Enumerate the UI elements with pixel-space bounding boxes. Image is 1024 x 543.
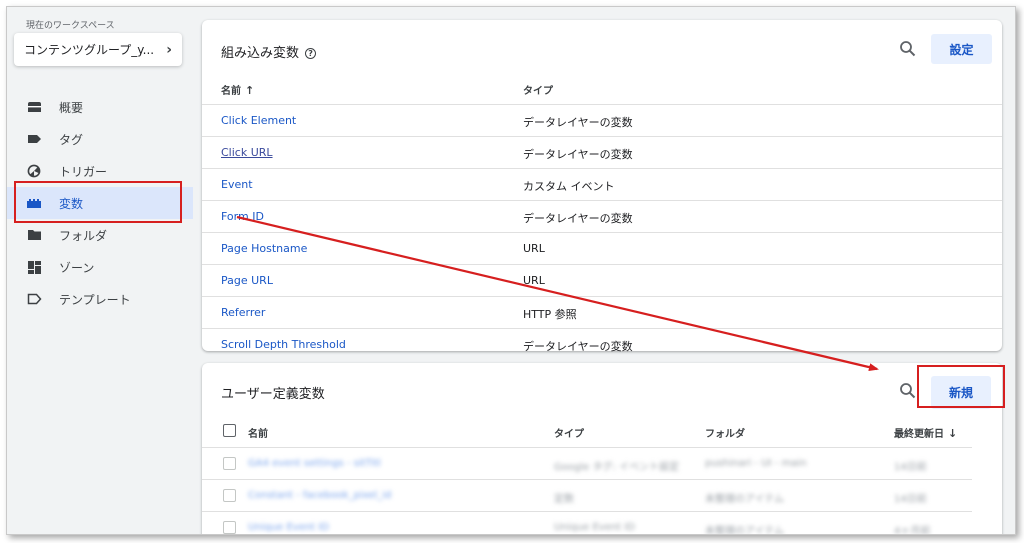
sidebar-item-folders[interactable]: フォルダ (7, 219, 193, 251)
variable-type: データレイヤーの変数 (523, 148, 633, 161)
sidebar: 現在のワークスペース コンテンツグループ_y... › 概要 タグ トリガー 変… (7, 7, 193, 534)
template-icon (26, 291, 42, 307)
variable-name-link[interactable]: Scroll Depth Threshold (221, 338, 346, 351)
column-header-name[interactable]: 名前 (248, 425, 268, 440)
variable-name-link[interactable]: Click URL (221, 146, 273, 159)
variable-folder: 未整理のアイテム (705, 526, 784, 535)
variable-last-updated: 14日前 (894, 462, 927, 473)
user-defined-variables-card: ユーザー定義変数 新規 名前 タイプ フォルダ 最終更新日 ↓ GA4 event… (202, 363, 1002, 535)
column-updated-label: 最終更新日 (894, 429, 944, 440)
tag-icon (26, 131, 42, 147)
sidebar-item-label: タグ (59, 132, 84, 147)
zone-icon (26, 259, 42, 275)
workspace-name: コンテンツグループ_y... (24, 43, 155, 57)
configure-button[interactable]: 設定 (931, 34, 992, 64)
variable-type: カスタム イベント (523, 180, 615, 193)
table-row[interactable]: Page Hostname URL (202, 232, 1002, 264)
sidebar-item-label: トリガー (59, 164, 108, 179)
variable-type: Unique Event ID (554, 522, 635, 533)
variable-last-updated: 4ヶ月前 (894, 526, 931, 535)
table-row[interactable]: GA4 event settings - sitTitl Google タグ: イ… (202, 447, 972, 479)
column-header-name[interactable]: 名前 ↑ (221, 82, 254, 97)
table-row[interactable]: Event カスタム イベント (202, 168, 1002, 200)
help-icon[interactable]: ? (305, 48, 317, 59)
variable-name-link[interactable]: Unique Event ID (248, 522, 329, 533)
search-icon[interactable] (899, 40, 919, 60)
variable-name-link[interactable]: Referrer (221, 306, 265, 319)
new-button-highlight-box (917, 365, 1005, 408)
variable-type: Google タグ: イベント設定 (554, 462, 679, 473)
variable-last-updated: 14日前 (894, 494, 927, 505)
workspace-selector[interactable]: コンテンツグループ_y... › (14, 33, 182, 66)
gtm-window: 現在のワークスペース コンテンツグループ_y... › 概要 タグ トリガー 変… (6, 6, 1016, 535)
sidebar-item-templates[interactable]: テンプレート (7, 283, 193, 315)
table-row[interactable]: Click URL データレイヤーの変数 (202, 136, 1002, 168)
user-defined-variables-title: ユーザー定義変数 (221, 387, 325, 402)
variable-name-link[interactable]: Constant - facebook_pixel_id (248, 490, 391, 501)
variable-name-link[interactable]: Page URL (221, 274, 273, 287)
variable-name-link[interactable]: Click Element (221, 114, 296, 127)
table-row[interactable]: Form ID データレイヤーの変数 (202, 200, 1002, 232)
variable-type: データレイヤーの変数 (523, 212, 633, 225)
variable-type: HTTP 参照 (523, 308, 577, 321)
column-header-folder[interactable]: フォルダ (705, 425, 745, 440)
variable-folder: 未整理のアイテム (705, 494, 784, 505)
table-row[interactable]: Referrer HTTP 参照 (202, 296, 1002, 328)
table-row[interactable]: Scroll Depth Threshold データレイヤーの変数 (202, 328, 1002, 360)
row-checkbox[interactable] (223, 489, 236, 502)
chevron-right-icon: › (166, 41, 172, 58)
table-row[interactable]: Unique Event ID Unique Event ID 未整理のアイテム 4ヶ… (202, 511, 972, 535)
trigger-icon (26, 163, 42, 179)
select-all-checkbox[interactable] (223, 424, 236, 437)
variable-folder: pushinari - UI - main (705, 458, 807, 469)
variable-name-link[interactable]: Event (221, 178, 253, 191)
sidebar-item-label: ゾーン (59, 260, 95, 275)
variable-type: データレイヤーの変数 (523, 116, 633, 129)
variables-highlight-box (14, 181, 182, 223)
sidebar-item-zones[interactable]: ゾーン (7, 251, 193, 283)
workspace-label: 現在のワークスペース (26, 21, 115, 31)
builtin-title-text: 組み込み変数 (221, 46, 300, 61)
search-icon[interactable] (899, 382, 919, 402)
table-row[interactable]: Constant - facebook_pixel_id 定数 未整理のアイテム 14… (202, 479, 972, 511)
table-row[interactable]: Page URL URL (202, 264, 1002, 296)
sort-descending-icon: ↓ (948, 427, 958, 440)
row-checkbox[interactable] (223, 521, 236, 534)
variable-type: URL (523, 242, 545, 255)
variable-name-link[interactable]: GA4 event settings - sitTitl (248, 458, 381, 469)
variable-type: URL (523, 274, 545, 287)
variable-name-link[interactable]: Form ID (221, 210, 264, 223)
builtin-variables-title: 組み込み変数? (221, 42, 317, 61)
column-header-last-updated[interactable]: 最終更新日 ↓ (894, 425, 957, 440)
sidebar-item-label: テンプレート (59, 292, 131, 307)
sidebar-item-tags[interactable]: タグ (7, 123, 193, 155)
overview-icon (26, 99, 42, 115)
variable-type: データレイヤーの変数 (523, 340, 633, 353)
row-checkbox[interactable] (223, 457, 236, 470)
table-row[interactable]: Click Element データレイヤーの変数 (202, 104, 1002, 136)
sidebar-item-label: 概要 (59, 100, 84, 115)
sidebar-item-label: フォルダ (59, 228, 108, 243)
sort-ascending-icon: ↑ (245, 84, 255, 97)
folder-icon (26, 227, 42, 243)
sidebar-item-overview[interactable]: 概要 (7, 91, 193, 123)
column-header-type[interactable]: タイプ (554, 425, 584, 440)
variable-name-link[interactable]: Page Hostname (221, 242, 307, 255)
column-header-type[interactable]: タイプ (523, 82, 553, 97)
builtin-variables-card: 組み込み変数? 設定 名前 ↑ タイプ Click Element データレイヤーの… (202, 20, 1002, 353)
column-name-label: 名前 (221, 86, 241, 97)
variable-type: 定数 (554, 494, 574, 505)
